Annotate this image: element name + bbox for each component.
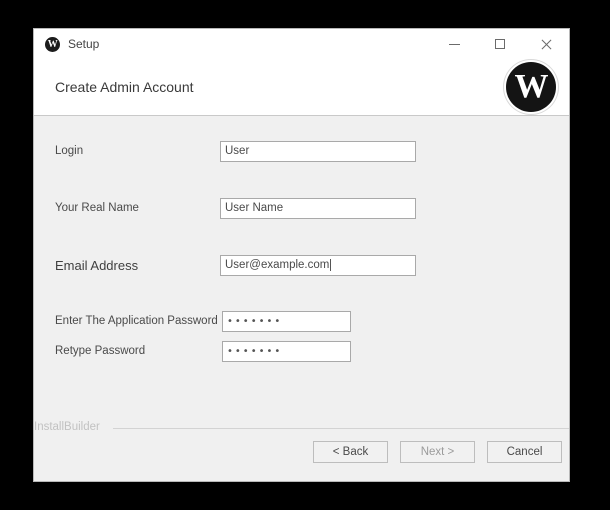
login-input[interactable]: User bbox=[220, 140, 416, 162]
window-controls bbox=[431, 29, 569, 59]
email-input[interactable]: User@example.com bbox=[220, 254, 416, 276]
password-input[interactable]: ••••••• bbox=[222, 310, 351, 332]
cancel-button[interactable]: Cancel bbox=[487, 441, 562, 463]
dialog-buttons: < Back Next > Cancel bbox=[313, 441, 562, 463]
password-masked-value: ••••••• bbox=[227, 315, 283, 327]
label-real-name: Your Real Name bbox=[55, 202, 139, 214]
maximize-icon bbox=[495, 39, 505, 49]
wordpress-logo: W bbox=[506, 62, 556, 112]
minimize-button[interactable] bbox=[431, 29, 477, 59]
window-title: Setup bbox=[68, 37, 100, 51]
label-application-password: Enter The Application Password bbox=[55, 315, 218, 327]
label-retype-password: Retype Password bbox=[55, 345, 146, 357]
dialog-footer: InstallBuilder < Back Next > Cancel bbox=[34, 419, 569, 481]
next-button[interactable]: Next > bbox=[400, 441, 475, 463]
email-input-value: User@example.com bbox=[225, 259, 330, 271]
field-row-password: Enter The Application Password ••••••• bbox=[34, 310, 569, 332]
maximize-button[interactable] bbox=[477, 29, 523, 59]
footer-divider bbox=[113, 428, 569, 429]
real-name-input[interactable]: User Name bbox=[220, 197, 416, 219]
close-button[interactable] bbox=[523, 29, 569, 59]
minimize-icon bbox=[448, 43, 460, 45]
setup-dialog-window: W Setup Create Admin Account W Login Use… bbox=[33, 28, 570, 482]
wizard-header: Create Admin Account W bbox=[34, 59, 569, 116]
retype-password-masked-value: ••••••• bbox=[227, 345, 283, 357]
title-bar-left: W Setup bbox=[34, 36, 100, 52]
installbuilder-brand: InstallBuilder bbox=[34, 421, 100, 433]
close-icon bbox=[540, 38, 553, 51]
form-area: Login User Your Real Name User Name Emai… bbox=[34, 116, 569, 419]
field-row-retype-password: Retype Password ••••••• bbox=[34, 340, 569, 362]
wordpress-icon: W bbox=[45, 36, 60, 52]
back-button[interactable]: < Back bbox=[313, 441, 388, 463]
label-login: Login bbox=[55, 145, 84, 157]
field-row-login: Login User bbox=[34, 140, 569, 162]
retype-password-input[interactable]: ••••••• bbox=[222, 340, 351, 362]
field-row-real-name: Your Real Name User Name bbox=[34, 197, 569, 219]
field-row-email: Email Address User@example.com bbox=[34, 254, 569, 276]
title-bar: W Setup bbox=[34, 29, 569, 59]
label-email-address: Email Address bbox=[55, 257, 139, 273]
text-caret bbox=[330, 259, 332, 271]
page-title: Create Admin Account bbox=[55, 79, 194, 95]
